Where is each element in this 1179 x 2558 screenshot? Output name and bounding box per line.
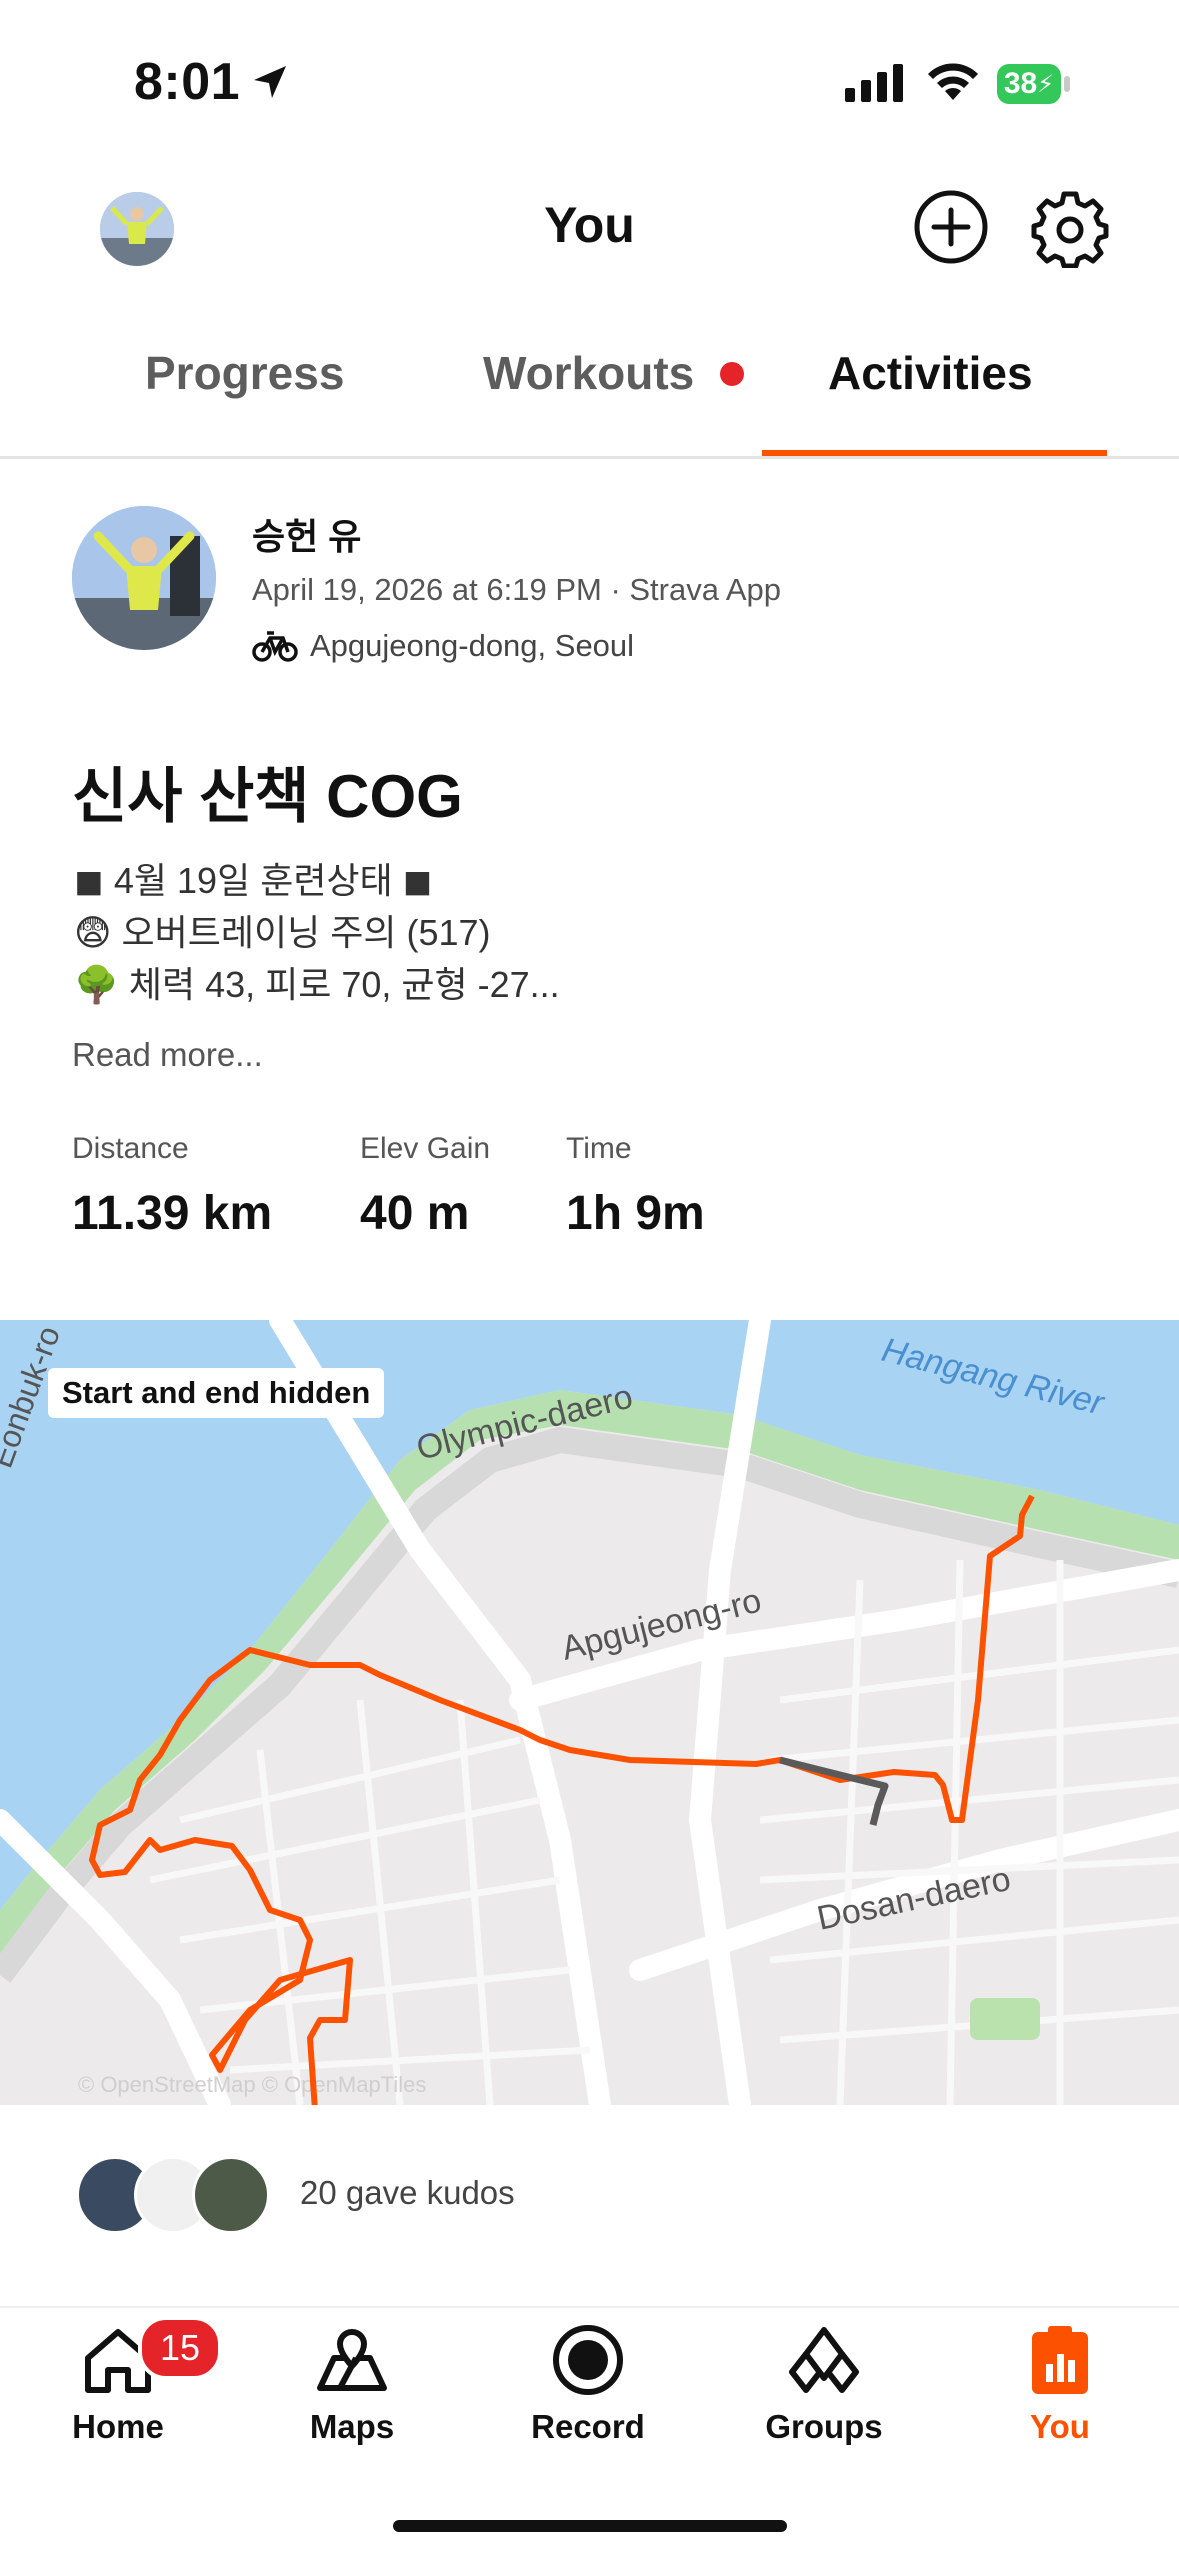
route-map[interactable]: Hangang River Olympic-daero Apgujeong-ro… (0, 1320, 1179, 2105)
tab-activities[interactable]: Activities (828, 346, 1033, 400)
groups-icon (789, 2327, 859, 2393)
description-line: 😨 오버트레이닝 주의 (517) (74, 912, 491, 953)
elev-gain-label: Elev Gain (360, 1132, 491, 1165)
wifi-icon (928, 63, 978, 100)
home-notification-badge: 15 (138, 2316, 222, 2380)
kudos-avatars[interactable] (76, 2156, 276, 2234)
read-more-link[interactable]: Read more... (72, 1036, 263, 1074)
cellular-signal-icon (845, 64, 903, 102)
status-time: 8:01 (134, 53, 241, 111)
add-icon[interactable] (912, 188, 990, 266)
privacy-badge: Start and end hidden (48, 1368, 385, 1418)
kudos-count[interactable]: 20 gave kudos (300, 2174, 515, 2212)
battery-nub (1064, 76, 1070, 92)
tabs-divider (0, 456, 1179, 459)
battery-indicator: 38 ⚡ (997, 64, 1061, 104)
location-arrow-icon (254, 66, 286, 98)
nav-you[interactable]: You (970, 2320, 1150, 2446)
bike-icon (252, 631, 298, 662)
settings-gear-icon[interactable] (1030, 188, 1110, 268)
notification-dot (720, 362, 744, 386)
activity-title[interactable]: 신사 산책 COG (72, 748, 463, 835)
nav-groups[interactable]: Groups (734, 2320, 914, 2446)
athlete-avatar[interactable] (72, 506, 216, 650)
nav-maps[interactable]: Maps (262, 2320, 442, 2446)
description-line: ◼︎ 4월 19일 훈련상태 ◼︎ (74, 860, 433, 901)
distance-label: Distance (72, 1132, 189, 1165)
location-row: Apgujeong-dong, Seoul (252, 628, 634, 664)
kudos-avatar (192, 2156, 270, 2234)
elev-gain-value: 40 m (360, 1187, 470, 1240)
map-icon (317, 2329, 387, 2391)
tab-workouts[interactable]: Workouts (483, 346, 694, 400)
tab-progress[interactable]: Progress (145, 346, 344, 400)
time-label: Time (566, 1132, 632, 1165)
you-clipboard-icon (1032, 2326, 1088, 2394)
time-value: 1h 9m (566, 1187, 705, 1240)
map-attribution: © OpenStreetMap © OpenMapTiles (78, 2072, 426, 2097)
activity-meta: April 19, 2026 at 6:19 PM · Strava App (252, 572, 782, 607)
record-icon (553, 2325, 623, 2395)
athlete-name[interactable]: 승헌 유 (252, 508, 361, 560)
activity-location: Apgujeong-dong, Seoul (310, 628, 635, 663)
page-title: You (544, 197, 635, 253)
home-indicator (393, 2520, 787, 2532)
nav-record[interactable]: Record (498, 2320, 678, 2446)
description-line: 🌳 체력 43, 피로 70, 균형 -27... (74, 964, 560, 1005)
distance-value: 11.39 km (72, 1187, 273, 1240)
